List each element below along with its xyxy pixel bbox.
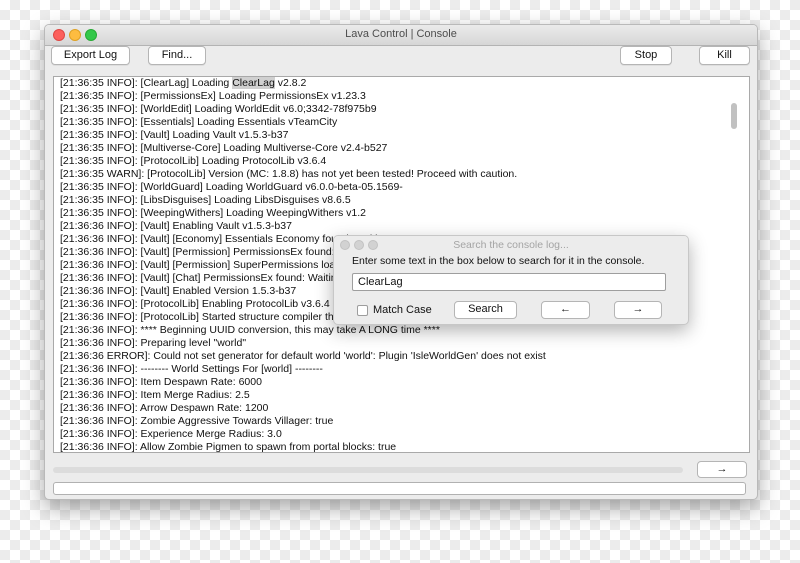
log-line: [21:36:36 INFO]: -------- World Settings… <box>60 363 323 375</box>
match-case-label: Match Case <box>373 304 432 316</box>
log-line: [21:36:35 INFO]: [WorldGuard] Loading Wo… <box>60 181 403 193</box>
search-prompt: Enter some text in the box below to sear… <box>352 255 645 267</box>
command-input[interactable] <box>53 482 746 495</box>
log-line: [21:36:36 INFO]: Zombie Aggressive Towar… <box>60 415 334 427</box>
window-title: Lava Control | Console <box>345 28 457 40</box>
search-match-highlight: ClearLag <box>232 77 275 89</box>
log-line: [21:36:36 INFO]: **** Beginning UUID con… <box>60 324 440 336</box>
log-line: [21:36:36 INFO]: Allow Zombie Pigmen to … <box>60 441 397 453</box>
log-line: [21:36:36 INFO]: [Vault] Enabling Vault … <box>60 220 292 232</box>
title-bar[interactable]: Lava Control | Console <box>45 25 757 46</box>
log-line: [21:36:35 WARN]: [ProtocolLib] Version (… <box>60 168 518 180</box>
log-line: [21:36:35 INFO]: [Multiverse-Core] Loadi… <box>60 142 388 154</box>
log-line: [21:36:35 INFO]: [Essentials] Loading Es… <box>60 116 338 128</box>
find-button[interactable]: Find... <box>148 46 206 65</box>
horizontal-scrollbar[interactable] <box>53 467 683 473</box>
log-line-text: [21:36:35 INFO]: [ClearLag] Loading <box>60 77 233 89</box>
log-line: [21:36:36 INFO]: Preparing level "world" <box>60 337 247 349</box>
log-line: [21:36:35 INFO]: [Vault] Loading Vault v… <box>60 129 289 141</box>
search-button[interactable]: Search <box>454 301 517 319</box>
search-dialog-title: Search the console log... <box>453 239 569 251</box>
search-dialog: Search the console log... Enter some tex… <box>333 235 689 325</box>
log-line-text: v2.8.2 <box>274 77 307 89</box>
search-input[interactable] <box>352 273 666 291</box>
previous-match-button[interactable]: ← <box>541 301 590 319</box>
log-line: [21:36:35 INFO]: [LibsDisguises] Loading… <box>60 194 351 206</box>
log-line: [21:36:36 INFO]: Experience Merge Radius… <box>60 428 282 440</box>
next-match-button[interactable]: → <box>614 301 662 319</box>
kill-button[interactable]: Kill <box>699 46 750 65</box>
log-line: [21:36:36 ERROR]: Could not set generato… <box>60 350 546 362</box>
log-line: [21:36:35 INFO]: [ClearLag] Loading Clea… <box>60 77 729 90</box>
log-line: [21:36:36 INFO]: Item Despawn Rate: 6000 <box>60 376 262 388</box>
stop-button[interactable]: Stop <box>620 46 672 65</box>
log-line: [21:36:36 INFO]: Arrow Despawn Rate: 120… <box>60 402 269 414</box>
log-line: [21:36:35 INFO]: [PermissionsEx] Loading… <box>60 90 366 102</box>
vertical-scrollbar[interactable] <box>731 103 737 129</box>
log-line: [21:36:35 INFO]: [WeepingWithers] Loadin… <box>60 207 367 219</box>
send-command-button[interactable]: → <box>697 461 747 478</box>
export-log-button[interactable]: Export Log <box>51 46 130 65</box>
log-line: [21:36:35 INFO]: [ProtocolLib] Loading P… <box>60 155 327 167</box>
log-line: [21:36:35 INFO]: [WorldEdit] Loading Wor… <box>60 103 377 115</box>
search-dialog-title-bar[interactable]: Search the console log... <box>334 236 688 254</box>
log-line: [21:36:36 INFO]: Item Merge Radius: 2.5 <box>60 389 250 401</box>
match-case-checkbox[interactable] <box>357 305 368 316</box>
